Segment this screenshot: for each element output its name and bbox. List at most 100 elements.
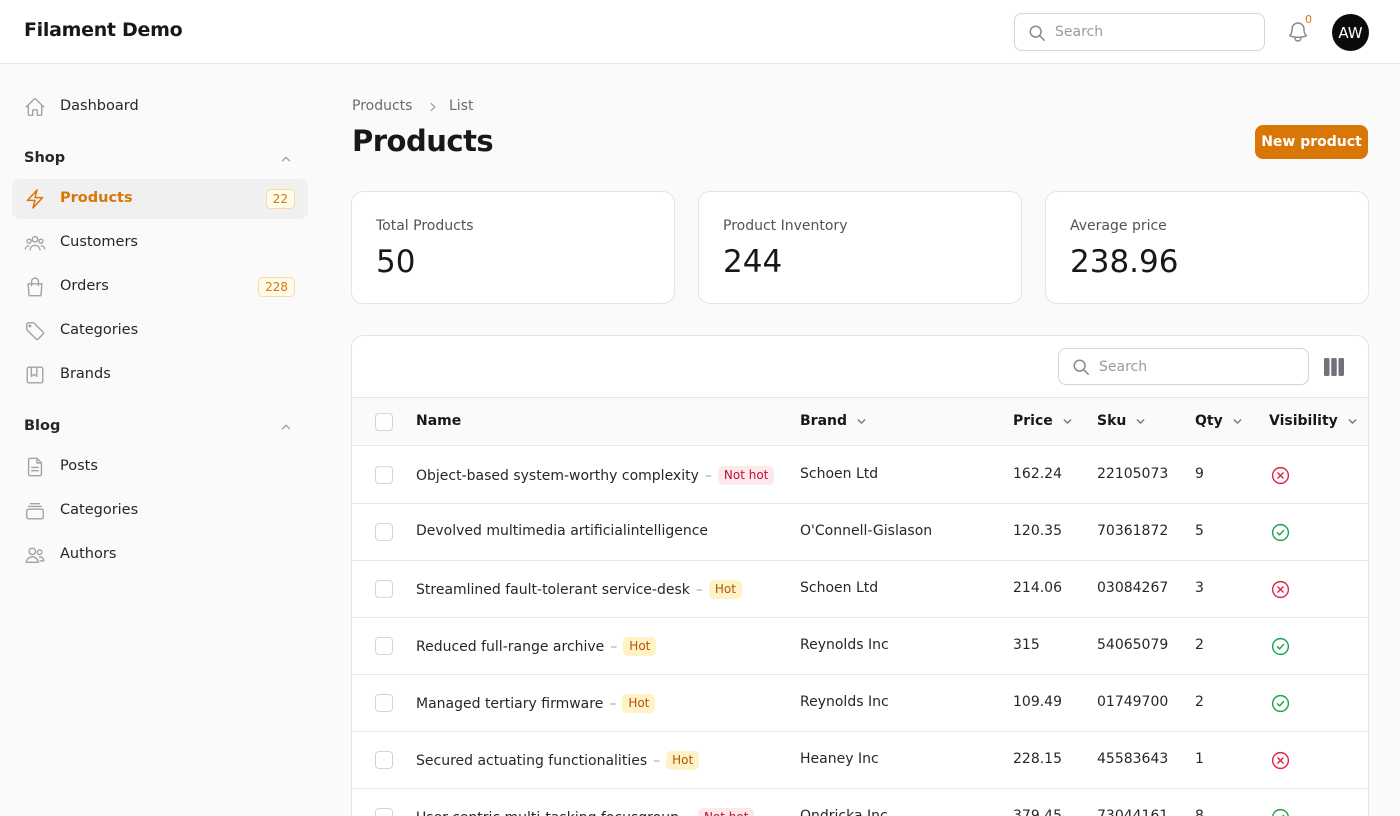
sidebar-item-products[interactable]: Products 22	[12, 179, 308, 219]
select-all-checkbox[interactable]	[375, 413, 393, 431]
search-icon	[1073, 359, 1089, 375]
cell-brand: O'Connell-Gislason	[800, 523, 933, 539]
cell-name[interactable]: Streamlined fault-tolerant service-desk –…	[416, 580, 742, 599]
column-label: Brand	[800, 413, 848, 429]
table-row[interactable]: User-centric multi-tasking focusgroup–No…	[352, 789, 1368, 816]
breadcrumb-current[interactable]: List	[449, 98, 473, 114]
product-name[interactable]: Reduced full-range archive	[416, 639, 604, 655]
column-label: Visibility	[1269, 413, 1338, 429]
sidebar-item-label: Categories	[60, 502, 139, 518]
bookmark-square-icon	[26, 366, 44, 384]
global-search[interactable]	[1014, 13, 1265, 51]
chevron-down-icon	[857, 418, 866, 424]
users-icon	[24, 235, 46, 251]
cell-name[interactable]: Secured actuating functionalities – Hot	[416, 751, 700, 770]
product-name[interactable]: Devolved multimedia artificialintelligen…	[416, 523, 708, 539]
cell-price: 214.06	[1013, 580, 1062, 596]
row-checkbox[interactable]	[375, 523, 393, 541]
column-header-qty[interactable]: Qty	[1195, 413, 1244, 429]
row-checkbox[interactable]	[375, 580, 393, 598]
product-name[interactable]: Managed tertiary firmware	[416, 696, 603, 712]
app-title[interactable]: Filament Demo	[24, 19, 183, 41]
cell-sku: 73044161	[1097, 808, 1169, 816]
column-header-price[interactable]: Price	[1013, 413, 1074, 429]
table-row[interactable]: Object-based system-worthy complexity – No…	[352, 447, 1368, 504]
count-badge: 228	[258, 277, 295, 297]
row-checkbox[interactable]	[375, 637, 393, 655]
cell-name[interactable]: Reduced full-range archive – Hot	[416, 637, 657, 656]
column-header-sku[interactable]: Sku	[1097, 413, 1147, 429]
shopping-bag-icon	[27, 277, 43, 297]
sidebar-group-blog[interactable]: Blog	[24, 418, 60, 434]
cell-name[interactable]: User-centric multi-tasking focusgroup–No…	[416, 808, 755, 816]
cell-sku: 03084267	[1097, 580, 1169, 596]
document-text-icon	[27, 457, 43, 477]
chevron-up-icon[interactable]	[279, 152, 293, 166]
table-row[interactable]: Managed tertiary firmware – Hot Reynolds In…	[352, 675, 1368, 732]
breadcrumb-parent[interactable]: Products	[352, 98, 412, 114]
table-row[interactable]: Secured actuating functionalities – Hot Hea…	[352, 732, 1368, 789]
sidebar-item-authors[interactable]: Authors	[12, 535, 308, 575]
product-name[interactable]: Streamlined fault-tolerant service-desk	[416, 582, 690, 598]
table-row[interactable]: Reduced full-range archive – Hot Reynolds I…	[352, 618, 1368, 675]
stat-label: Total Products	[376, 218, 474, 234]
row-checkbox[interactable]	[375, 694, 393, 712]
stat-label: Average price	[1070, 218, 1167, 234]
sidebar-item-label: Categories	[60, 322, 139, 338]
sidebar-item-categories[interactable]: Categories	[12, 311, 308, 351]
avatar[interactable]: AW	[1332, 14, 1369, 51]
hot-badge: Hot	[666, 751, 700, 770]
table-search[interactable]	[1058, 348, 1309, 385]
chevron-up-icon[interactable]	[279, 420, 293, 434]
rectangle-stack-icon	[26, 502, 44, 520]
sidebar-item-brands[interactable]: Brands	[12, 355, 308, 395]
page-title: Products	[352, 124, 494, 158]
new-product-button[interactable]: New product	[1255, 125, 1368, 159]
separator-dash: –	[685, 810, 692, 816]
column-header-name[interactable]: Name	[416, 413, 461, 429]
sidebar-item-label: Posts	[60, 458, 98, 474]
table-row[interactable]: Devolved multimedia artificialintelligen…	[352, 504, 1368, 561]
column-header-visibility[interactable]: Visibility	[1269, 413, 1359, 429]
product-name[interactable]: User-centric multi-tasking focusgroup	[416, 810, 679, 816]
cell-name[interactable]: Managed tertiary firmware – Hot	[416, 694, 656, 713]
column-header-brand[interactable]: Brand	[800, 413, 868, 429]
cell-brand: Reynolds Inc	[800, 637, 889, 653]
row-checkbox[interactable]	[375, 466, 393, 484]
cell-sku: 01749700	[1097, 694, 1169, 710]
chevron-down-icon	[1063, 418, 1072, 424]
chevron-right-icon	[430, 102, 436, 112]
sidebar-item-blog-categories[interactable]: Categories	[12, 491, 308, 531]
notification-count: 0	[1305, 13, 1312, 26]
cell-sku: 22105073	[1097, 466, 1169, 482]
chevron-down-icon	[1348, 418, 1357, 424]
cell-price: 228.15	[1013, 751, 1062, 767]
table-row[interactable]: Streamlined fault-tolerant service-desk –…	[352, 561, 1368, 618]
user-group-icon	[25, 547, 45, 564]
sidebar-item-posts[interactable]: Posts	[12, 447, 308, 487]
cell-name[interactable]: Object-based system-worthy complexity – No…	[416, 466, 775, 485]
global-search-input[interactable]	[1055, 22, 1255, 42]
cell-qty: 2	[1195, 637, 1204, 653]
view-columns-icon[interactable]	[1324, 358, 1344, 376]
sidebar-group-shop[interactable]: Shop	[24, 150, 65, 166]
row-checkbox[interactable]	[375, 808, 393, 816]
count-badge: 22	[265, 189, 295, 209]
column-label: Price	[1013, 413, 1053, 429]
row-checkbox[interactable]	[375, 751, 393, 769]
separator-dash: –	[704, 467, 712, 484]
check-circle-icon	[1270, 522, 1291, 543]
sidebar-item-dashboard[interactable]: Dashboard	[12, 87, 308, 127]
cell-qty: 8	[1195, 808, 1204, 816]
products-table: Name Brand Price Sku Qty Visibility Obje…	[351, 335, 1369, 816]
sidebar-item-orders[interactable]: Orders 228	[12, 267, 308, 307]
sidebar-item-customers[interactable]: Customers	[12, 223, 308, 263]
sidebar-item-label: Dashboard	[60, 98, 139, 114]
cell-name[interactable]: Devolved multimedia artificialintelligen…	[416, 523, 708, 539]
product-name[interactable]: Secured actuating functionalities	[416, 753, 647, 769]
x-circle-icon	[1270, 750, 1291, 771]
table-search-input[interactable]	[1099, 357, 1299, 377]
x-circle-icon	[1270, 465, 1291, 486]
check-circle-icon	[1270, 693, 1291, 714]
product-name[interactable]: Object-based system-worthy complexity	[416, 468, 699, 484]
